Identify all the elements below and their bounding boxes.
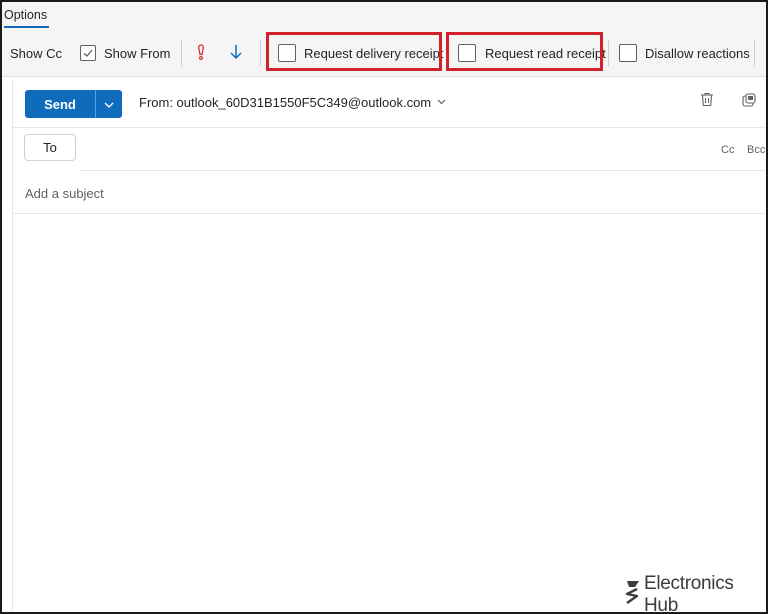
low-importance-button[interactable] bbox=[228, 30, 244, 76]
send-options-dropdown[interactable] bbox=[96, 90, 122, 118]
pop-out-icon bbox=[742, 92, 756, 112]
chevron-down-icon bbox=[104, 95, 114, 113]
disallow-reactions-toggle[interactable]: Disallow reactions bbox=[619, 30, 750, 76]
watermark: Electronics Hub bbox=[624, 573, 766, 614]
arrow-down-icon bbox=[228, 43, 244, 64]
request-delivery-receipt-label: Request delivery receipt bbox=[304, 45, 444, 61]
request-delivery-receipt-toggle[interactable]: Request delivery receipt bbox=[278, 30, 443, 76]
to-field-divider bbox=[79, 170, 766, 171]
request-read-receipt-toggle[interactable]: Request read receipt bbox=[458, 30, 606, 76]
disallow-reactions-checkbox[interactable] bbox=[619, 44, 637, 62]
ribbon-divider bbox=[754, 40, 755, 66]
bcc-button[interactable]: Bcc bbox=[747, 144, 765, 156]
discard-button[interactable] bbox=[697, 92, 717, 112]
outlook-compose-window: Options Show Cc Show From Request delive… bbox=[0, 0, 768, 614]
request-read-receipt-checkbox[interactable] bbox=[458, 44, 476, 62]
show-from-toggle[interactable]: Show From bbox=[80, 30, 170, 76]
from-address: From: outlook_60D31B1550F5C349@outlook.c… bbox=[139, 95, 432, 110]
to-button[interactable]: To bbox=[24, 134, 76, 161]
high-importance-button[interactable] bbox=[195, 30, 207, 76]
electronics-hub-logo-icon bbox=[624, 580, 644, 610]
ribbon-divider bbox=[608, 40, 609, 66]
tab-options-underline bbox=[4, 26, 49, 28]
header-divider bbox=[13, 127, 766, 128]
send-button[interactable]: Send bbox=[25, 90, 95, 118]
message-body[interactable] bbox=[13, 214, 766, 612]
ribbon-divider bbox=[260, 40, 261, 66]
exclamation-icon bbox=[195, 43, 207, 64]
ribbon-divider bbox=[181, 40, 182, 66]
compose-area: Send From: outlook_60D31B1550F5C349@outl… bbox=[12, 80, 766, 612]
show-from-checkbox[interactable] bbox=[80, 45, 96, 61]
request-delivery-receipt-checkbox[interactable] bbox=[278, 44, 296, 62]
show-cc-label: Show Cc bbox=[10, 45, 63, 61]
tab-options[interactable]: Options bbox=[4, 8, 47, 22]
pop-out-button[interactable] bbox=[739, 92, 759, 112]
from-selector[interactable]: From: outlook_60D31B1550F5C349@outlook.c… bbox=[139, 95, 446, 110]
chevron-down-icon bbox=[437, 97, 446, 108]
trash-icon bbox=[700, 92, 714, 112]
request-read-receipt-label: Request read receipt bbox=[485, 45, 606, 61]
tab-strip: Options bbox=[2, 2, 766, 30]
send-split-button: Send bbox=[25, 90, 122, 118]
subject-input[interactable]: Add a subject bbox=[25, 186, 104, 201]
cc-button[interactable]: Cc bbox=[721, 144, 734, 156]
disallow-reactions-label: Disallow reactions bbox=[645, 45, 750, 61]
options-ribbon: Show Cc Show From Request delivery recei… bbox=[2, 30, 766, 77]
show-cc-button[interactable]: Show Cc bbox=[10, 30, 62, 76]
watermark-text: Electronics Hub bbox=[644, 573, 734, 614]
show-from-label: Show From bbox=[104, 45, 171, 61]
